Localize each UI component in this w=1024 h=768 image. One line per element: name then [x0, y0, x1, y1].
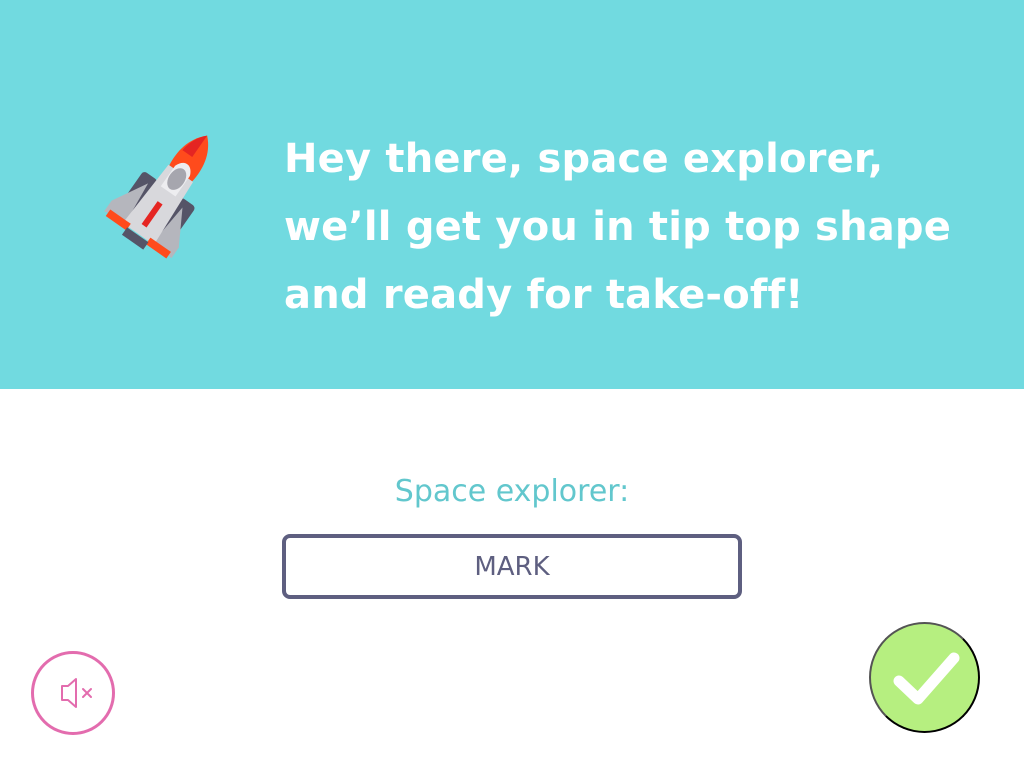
speaker-muted-icon — [61, 678, 92, 708]
confirm-button[interactable] — [869, 622, 980, 733]
welcome-line-1: Hey there, space explorer, — [284, 135, 884, 182]
onboarding-screen: Hey there, space explorer, we’ll get you… — [0, 0, 1024, 768]
welcome-line-2: we’ll get you in tip top shape — [284, 203, 952, 250]
space-shuttle-illustration — [104, 135, 209, 259]
welcome-message: Hey there, space explorer, we’ll get you… — [284, 125, 984, 329]
checkmark-icon — [893, 652, 960, 705]
welcome-banner: Hey there, space explorer, we’ll get you… — [0, 0, 1024, 389]
space-shuttle-icon — [92, 118, 242, 268]
welcome-line-3: and ready for take-off! — [284, 271, 804, 318]
space-explorer-label: Space explorer: — [394, 474, 630, 509]
mute-sound-button[interactable] — [31, 651, 115, 735]
space-explorer-name-input[interactable] — [282, 534, 742, 599]
